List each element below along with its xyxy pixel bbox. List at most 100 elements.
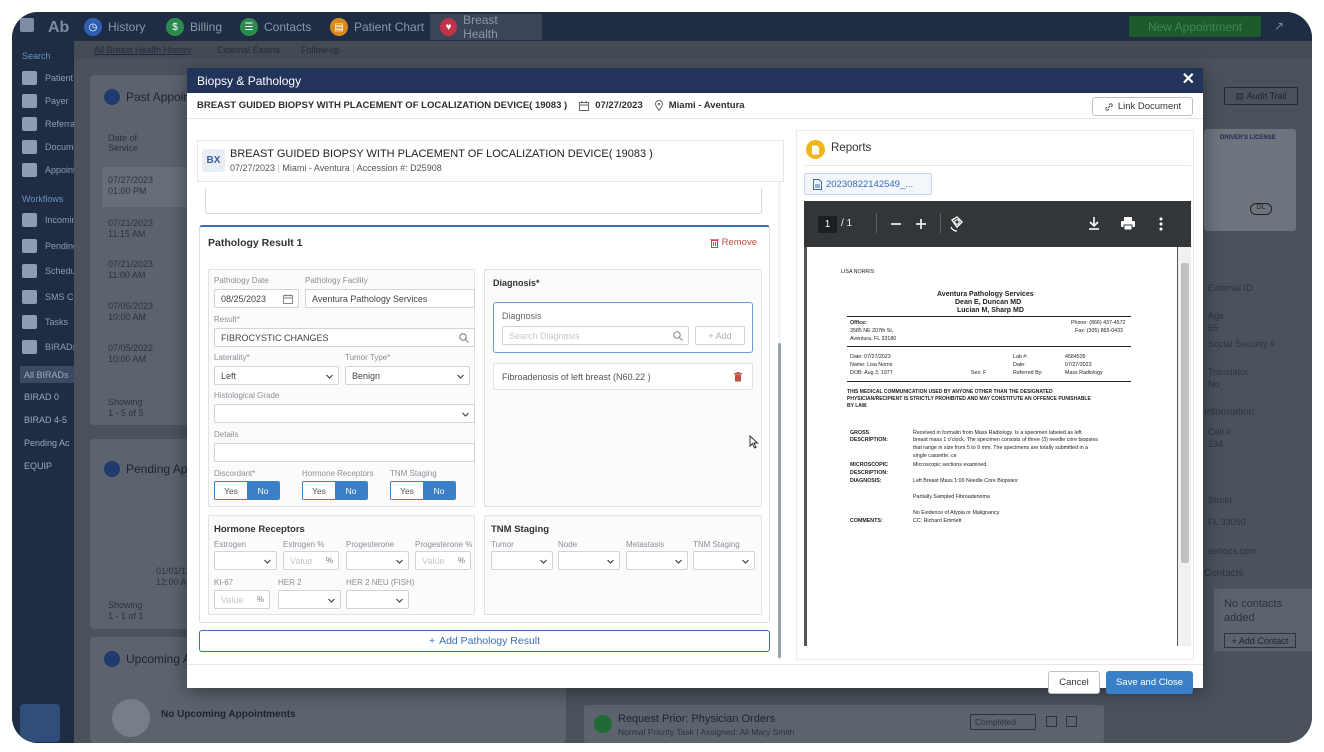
zoom-in-icon[interactable]: [915, 214, 927, 234]
sidebar-item-pending[interactable]: Pending: [22, 239, 74, 253]
task-status-select[interactable]: Completed: [970, 714, 1036, 730]
pathology-date-input[interactable]: 08/25/2023: [214, 289, 299, 308]
laterality-value: Left: [221, 370, 237, 381]
menu-icon[interactable]: [20, 18, 34, 32]
scrollbar-thumb[interactable]: [778, 343, 781, 658]
sidebar-item-birads[interactable]: BIRADs: [22, 340, 74, 354]
tab-contacts[interactable]: ☰ Contacts: [240, 14, 311, 40]
tnm-staging-no[interactable]: No: [423, 482, 455, 499]
brand-logo-icon: [20, 704, 60, 742]
sidebar-item-label: Tasks: [45, 317, 69, 327]
metastasis-select[interactable]: [626, 551, 688, 570]
discordant-no[interactable]: No: [247, 482, 279, 499]
ki67-input[interactable]: Value%: [214, 590, 270, 609]
estrogen-pct-input[interactable]: Value%: [283, 551, 339, 570]
footer-divider: [187, 664, 1203, 665]
field-value: 234: [1208, 439, 1224, 449]
pdf-doctor-2: Lucian M, Sharp MD: [957, 307, 1024, 314]
rotate-icon[interactable]: [949, 214, 965, 234]
node-select[interactable]: [558, 551, 620, 570]
tumor-type-select[interactable]: Benign: [345, 366, 470, 385]
progesterone-select[interactable]: [346, 551, 409, 570]
laterality-select[interactable]: Left: [214, 366, 339, 385]
diagnosis-section: Diagnosis* Diagnosis Search Diagnosis + …: [484, 269, 762, 507]
pathology-facility-input[interactable]: Aventura Pathology Services: [305, 289, 475, 308]
tnm-staging-yes[interactable]: Yes: [391, 482, 423, 499]
diagnosis-search-input[interactable]: Search Diagnosis: [502, 326, 689, 345]
clock-icon: ◷: [84, 18, 102, 36]
sub-tab-follow-up[interactable]: Follow-up: [301, 45, 340, 55]
sidebar-item-appointments[interactable]: Appointments: [22, 163, 74, 177]
calendar-icon[interactable]: [283, 294, 293, 304]
add-contact-button[interactable]: + Add Contact: [1224, 633, 1296, 648]
sub-tab-all-history[interactable]: All Breast Health History: [94, 45, 192, 55]
sidebar-item-all-birads[interactable]: All BIRADs: [20, 366, 74, 383]
sidebar-item-documents[interactable]: Documents: [22, 140, 74, 154]
table-cell: 07/05/2022: [108, 343, 154, 353]
sidebar-item-schedule[interactable]: Schedule: [22, 264, 74, 278]
sidebar-item-referral[interactable]: Referral: [22, 117, 74, 131]
hormone-receptors-no[interactable]: No: [335, 482, 367, 499]
sidebar-item-sms[interactable]: SMS Chat: [22, 290, 74, 304]
save-and-close-button[interactable]: Save and Close: [1106, 671, 1193, 694]
discordant-yes[interactable]: Yes: [215, 482, 247, 499]
tumor-select[interactable]: [491, 551, 553, 570]
audit-trail-button[interactable]: ▤ Audit Trail: [1224, 87, 1298, 105]
result-input[interactable]: FIBROCYSTIC CHANGES: [214, 328, 475, 347]
sidebar-item-patient[interactable]: Patient: [22, 71, 74, 85]
field-label: External ID: [1208, 283, 1253, 293]
zoom-out-icon[interactable]: [890, 214, 902, 234]
external-link-icon[interactable]: ↗: [1274, 19, 1284, 33]
report-file-chip[interactable]: 20230822142549_...: [804, 173, 932, 195]
tab-patient-chart[interactable]: ▤ Patient Chart: [330, 14, 424, 40]
remove-button[interactable]: Remove: [709, 237, 757, 248]
more-options-icon[interactable]: [1158, 214, 1164, 234]
sidebar-item-incoming[interactable]: Incoming: [22, 213, 74, 227]
link-icon: [1104, 102, 1114, 112]
sidebar-item-payer[interactable]: Payer: [22, 94, 74, 108]
previous-details-field[interactable]: [205, 188, 762, 214]
tab-billing[interactable]: $ Billing: [166, 14, 222, 40]
sidebar-item-equip[interactable]: EQUIP: [24, 461, 52, 471]
search-icon[interactable]: [459, 333, 469, 343]
histological-grade-select[interactable]: [214, 404, 475, 423]
tnm-staging-section: TNM Staging Tumor Node Metastasis TNM St…: [484, 515, 762, 615]
new-appointment-button[interactable]: New Appointment: [1129, 16, 1261, 37]
tab-history[interactable]: ◷ History: [84, 14, 145, 40]
hormone-receptors-yes[interactable]: Yes: [303, 482, 335, 499]
comment-icon[interactable]: [1066, 716, 1077, 727]
sidebar-item-pending-ac[interactable]: Pending Ac: [24, 438, 70, 448]
details-input[interactable]: [214, 443, 475, 462]
pdf-patient-header: LISA NORRIS: [841, 269, 875, 275]
sidebar-item-birad-0[interactable]: BIRAD 0: [24, 392, 59, 402]
sub-tab-external-exams[interactable]: External Exams: [217, 45, 280, 55]
her2-neu-select[interactable]: [346, 590, 409, 609]
print-icon[interactable]: [1120, 214, 1136, 234]
tab-breast-health[interactable]: ♥ Breast Health: [430, 13, 542, 41]
tab-breast-health-label: Breast Health: [463, 13, 498, 41]
download-icon[interactable]: [1087, 214, 1101, 234]
pdf-scrollbar-thumb[interactable]: [1181, 263, 1189, 563]
add-pathology-result-button[interactable]: + Add Pathology Result: [199, 630, 770, 652]
sidebar-item-birad-4-5[interactable]: BIRAD 4-5: [24, 415, 67, 425]
pending-appointments-card: Pending Appointments 01/01/175 12:00 AM …: [90, 439, 246, 629]
tnm-staging-select[interactable]: [693, 551, 755, 570]
node-label: Node: [558, 540, 578, 549]
percent-suffix: %: [256, 595, 264, 604]
trash-icon[interactable]: [734, 372, 742, 382]
close-icon[interactable]: ✕: [1182, 71, 1195, 89]
estrogen-select[interactable]: [214, 551, 277, 570]
add-diagnosis-button[interactable]: + Add: [695, 326, 745, 345]
progesterone-pct-input[interactable]: Value%: [415, 551, 471, 570]
link-document-button[interactable]: Link Document: [1092, 97, 1193, 116]
her2-select[interactable]: [278, 590, 341, 609]
cancel-button[interactable]: Cancel: [1048, 671, 1100, 694]
edit-icon[interactable]: [1046, 716, 1057, 727]
pdf-page-input[interactable]: 1: [818, 216, 837, 233]
estrogen-pct-label: Estrogen %: [283, 540, 325, 549]
sidebar-item-tasks[interactable]: Tasks: [22, 315, 74, 329]
pdf-dob: DOB: Aug 3, 1977: [850, 370, 893, 376]
ribbon-icon: ♥: [440, 18, 458, 36]
search-icon[interactable]: [673, 331, 683, 341]
field-value: aedocs.com: [1208, 546, 1257, 556]
